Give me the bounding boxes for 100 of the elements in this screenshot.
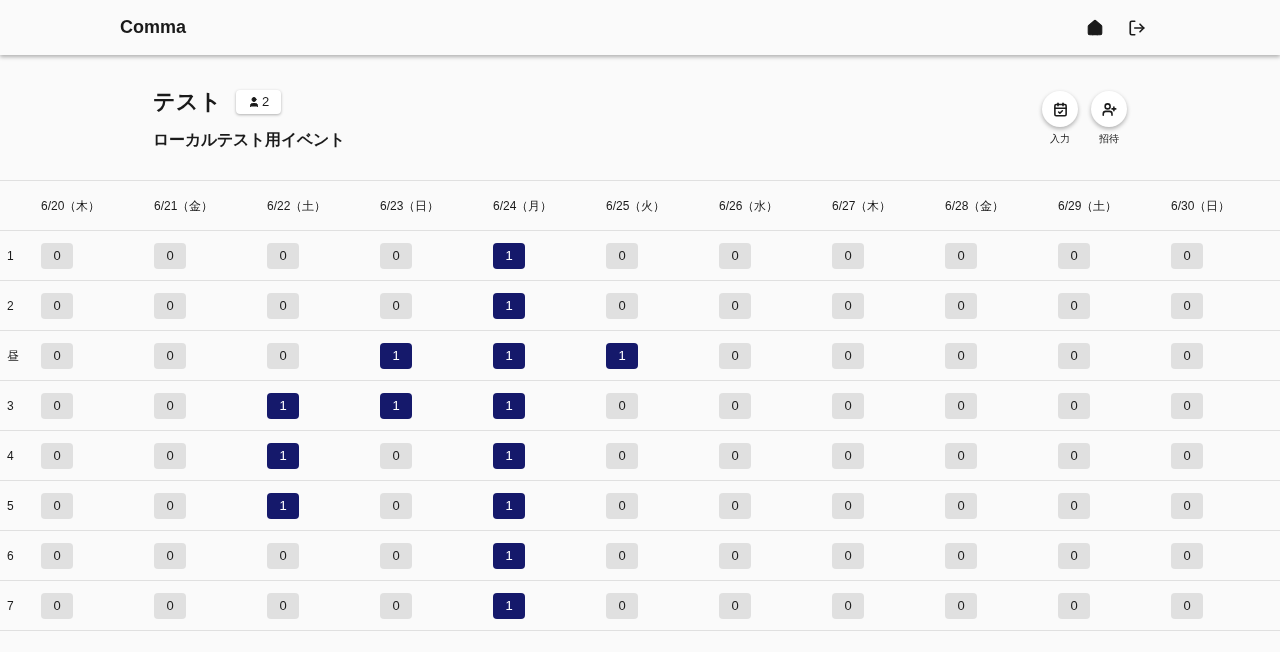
member-count-button[interactable]: 2 — [236, 89, 282, 114]
count-chip[interactable]: 0 — [606, 442, 638, 469]
count-chip[interactable]: 0 — [719, 542, 751, 569]
count-chip[interactable]: 0 — [380, 292, 412, 319]
count-chip[interactable]: 0 — [1058, 542, 1090, 569]
count-chip[interactable]: 0 — [380, 542, 412, 569]
count-chip[interactable]: 0 — [832, 242, 864, 269]
count-chip[interactable]: 0 — [719, 292, 751, 319]
action-button[interactable] — [1091, 91, 1127, 127]
row-label: 2 — [6, 297, 15, 315]
count-chip[interactable]: 0 — [606, 392, 638, 419]
count-chip[interactable]: 0 — [41, 242, 73, 269]
count-chip[interactable]: 0 — [719, 242, 751, 269]
count-chip[interactable]: 1 — [493, 492, 525, 519]
count-chip[interactable]: 0 — [154, 292, 186, 319]
count-chip[interactable]: 0 — [1058, 442, 1090, 469]
count-chip[interactable]: 0 — [154, 492, 186, 519]
count-chip[interactable]: 1 — [493, 442, 525, 469]
count-chip[interactable]: 0 — [719, 592, 751, 619]
count-chip[interactable]: 0 — [1171, 342, 1203, 369]
count-chip[interactable]: 0 — [267, 592, 299, 619]
count-chip[interactable]: 0 — [1171, 292, 1203, 319]
count-chip[interactable]: 1 — [267, 492, 299, 519]
count-chip[interactable]: 0 — [945, 492, 977, 519]
count-chip[interactable]: 0 — [154, 542, 186, 569]
count-chip[interactable]: 0 — [267, 342, 299, 369]
row-label: 1 — [6, 247, 15, 265]
count-chip[interactable]: 0 — [606, 492, 638, 519]
count-chip[interactable]: 0 — [41, 592, 73, 619]
count-chip[interactable]: 0 — [1058, 292, 1090, 319]
count-chip[interactable]: 0 — [945, 592, 977, 619]
count-chip[interactable]: 0 — [154, 592, 186, 619]
count-chip[interactable]: 0 — [154, 392, 186, 419]
count-chip[interactable]: 0 — [1171, 542, 1203, 569]
count-chip[interactable]: 0 — [719, 442, 751, 469]
row-label: 4 — [6, 447, 15, 465]
count-chip[interactable]: 0 — [267, 542, 299, 569]
count-chip[interactable]: 0 — [1058, 342, 1090, 369]
count-chip[interactable]: 0 — [380, 592, 412, 619]
count-chip[interactable]: 0 — [154, 242, 186, 269]
count-chip[interactable]: 0 — [41, 292, 73, 319]
count-chip[interactable]: 0 — [267, 292, 299, 319]
count-chip[interactable]: 0 — [945, 342, 977, 369]
count-chip[interactable]: 0 — [832, 542, 864, 569]
count-chip[interactable]: 1 — [493, 542, 525, 569]
column-header: 6/23（日） — [380, 197, 441, 215]
count-chip[interactable]: 0 — [832, 342, 864, 369]
count-chip[interactable]: 0 — [945, 242, 977, 269]
count-chip[interactable]: 0 — [1058, 492, 1090, 519]
count-chip[interactable]: 0 — [1058, 592, 1090, 619]
count-chip[interactable]: 0 — [1171, 392, 1203, 419]
count-chip[interactable]: 0 — [719, 342, 751, 369]
count-chip[interactable]: 0 — [41, 492, 73, 519]
count-chip[interactable]: 0 — [154, 442, 186, 469]
count-chip[interactable]: 0 — [945, 542, 977, 569]
count-chip[interactable]: 0 — [832, 492, 864, 519]
column-header: 6/20（木） — [41, 197, 102, 215]
count-chip[interactable]: 0 — [945, 292, 977, 319]
count-chip[interactable]: 0 — [1171, 492, 1203, 519]
count-chip[interactable]: 1 — [606, 342, 638, 369]
count-chip[interactable]: 0 — [41, 392, 73, 419]
count-chip[interactable]: 0 — [606, 542, 638, 569]
add-people-icon — [1101, 101, 1117, 117]
count-chip[interactable]: 0 — [380, 492, 412, 519]
count-chip[interactable]: 0 — [41, 542, 73, 569]
count-chip[interactable]: 0 — [380, 442, 412, 469]
count-chip[interactable]: 0 — [41, 342, 73, 369]
count-chip[interactable]: 0 — [1058, 392, 1090, 419]
count-chip[interactable]: 0 — [154, 342, 186, 369]
count-chip[interactable]: 0 — [380, 242, 412, 269]
count-chip[interactable]: 0 — [41, 442, 73, 469]
count-chip[interactable]: 0 — [719, 492, 751, 519]
logout-icon[interactable] — [1128, 18, 1146, 37]
count-chip[interactable]: 0 — [1171, 592, 1203, 619]
count-chip[interactable]: 0 — [606, 592, 638, 619]
count-chip[interactable]: 1 — [493, 242, 525, 269]
count-chip[interactable]: 0 — [1171, 442, 1203, 469]
count-chip[interactable]: 0 — [832, 442, 864, 469]
count-chip[interactable]: 0 — [832, 392, 864, 419]
count-chip[interactable]: 0 — [1058, 242, 1090, 269]
count-chip[interactable]: 1 — [380, 392, 412, 419]
count-chip[interactable]: 0 — [719, 392, 751, 419]
count-chip[interactable]: 0 — [945, 442, 977, 469]
count-chip[interactable]: 0 — [832, 292, 864, 319]
count-chip[interactable]: 0 — [267, 242, 299, 269]
action-button[interactable] — [1042, 91, 1078, 127]
count-chip[interactable]: 1 — [380, 342, 412, 369]
count-chip[interactable]: 1 — [267, 392, 299, 419]
home-icon[interactable] — [1086, 18, 1104, 37]
count-chip[interactable]: 0 — [945, 392, 977, 419]
row-label: 5 — [6, 497, 15, 515]
count-chip[interactable]: 1 — [267, 442, 299, 469]
count-chip[interactable]: 0 — [606, 242, 638, 269]
count-chip[interactable]: 1 — [493, 592, 525, 619]
count-chip[interactable]: 1 — [493, 392, 525, 419]
count-chip[interactable]: 1 — [493, 292, 525, 319]
count-chip[interactable]: 0 — [606, 292, 638, 319]
count-chip[interactable]: 0 — [832, 592, 864, 619]
count-chip[interactable]: 1 — [493, 342, 525, 369]
count-chip[interactable]: 0 — [1171, 242, 1203, 269]
